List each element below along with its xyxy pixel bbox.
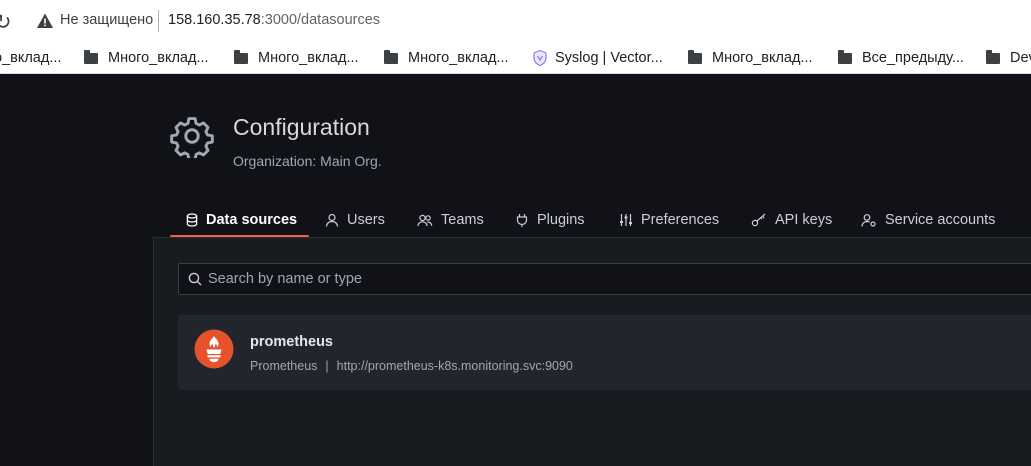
url-path: :3000/datasources: [260, 12, 381, 28]
bookmark-item[interactable]: Много_вклад...: [84, 42, 209, 74]
tab-label: API keys: [775, 212, 833, 228]
bookmark-label: Dev: [1010, 50, 1031, 66]
user-icon: [325, 213, 339, 227]
url-divider: [158, 10, 159, 32]
bookmark-label: Много_вклад...: [108, 50, 209, 66]
bookmark-item[interactable]: Syslog | Vector...: [533, 42, 663, 74]
datasource-meta: Prometheus | http://prometheus-k8s.monitor…: [250, 359, 573, 373]
bookmarks-bar: о_вклад... Много_вклад... Много_вклад...…: [0, 42, 1031, 74]
meta-separator: |: [325, 359, 329, 373]
folder-icon: [838, 50, 852, 64]
bookmark-item[interactable]: Dev: [986, 42, 1031, 74]
tab-data-sources[interactable]: Data sources: [186, 204, 297, 236]
folder-icon: [384, 50, 398, 64]
datasources-panel: prometheus Prometheus | http://prometheus-…: [153, 237, 1031, 466]
tab-label: Users: [347, 212, 385, 228]
key-icon: [751, 213, 766, 227]
user-cog-icon: [861, 214, 876, 227]
browser-address-bar: ↻ Не защищено 158.160.35.78:3000/datasou…: [0, 0, 1031, 42]
bookmark-label: о_вклад...: [0, 50, 62, 66]
tab-label: Service accounts: [885, 212, 996, 228]
bookmark-item[interactable]: о_вклад...: [0, 42, 61, 74]
tab-label: Data sources: [206, 212, 298, 228]
tab-api-keys[interactable]: API keys: [751, 204, 832, 236]
tab-label: Teams: [441, 212, 484, 228]
folder-icon: [986, 50, 1000, 64]
url-host: 158.160.35.78: [168, 12, 261, 28]
bookmark-label: Много_вклад...: [712, 50, 813, 66]
vector-icon: [533, 50, 547, 66]
folder-icon: [688, 50, 702, 64]
gear-icon: [170, 117, 214, 158]
tab-service-accounts[interactable]: Service accounts: [861, 204, 995, 236]
search-icon: [188, 272, 202, 286]
sliders-icon: [620, 214, 632, 226]
tab-preferences[interactable]: Preferences: [619, 204, 719, 236]
page-subtitle: Organization: Main Org.: [233, 153, 382, 169]
prometheus-icon: [194, 329, 234, 369]
warning-icon[interactable]: [36, 12, 54, 30]
app-body: Configuration Organization: Main Org. Da…: [0, 74, 1031, 466]
bookmark-item[interactable]: Много_вклад...: [384, 42, 509, 74]
search-box[interactable]: [178, 263, 1031, 295]
bookmark-item[interactable]: Много_вклад...: [688, 42, 813, 74]
security-label[interactable]: Не защищено: [60, 12, 153, 28]
page-title: Configuration: [233, 114, 370, 140]
bookmark-label: Syslog | Vector...: [555, 50, 663, 66]
bookmark-label: Все_предыду...: [862, 50, 964, 66]
tab-teams[interactable]: Teams: [417, 204, 484, 236]
folder-icon: [234, 50, 248, 64]
datasource-url: http://prometheus-k8s.monitoring.svc:909…: [336, 359, 573, 373]
bookmark-item[interactable]: Много_вклад...: [234, 42, 359, 74]
tab-plugins[interactable]: Plugins: [515, 204, 585, 236]
bookmark-label: Много_вклад...: [258, 50, 359, 66]
folder-icon: [84, 50, 98, 64]
search-input[interactable]: [208, 271, 1008, 287]
datasource-type: Prometheus: [250, 359, 318, 373]
users-icon: [417, 214, 433, 227]
datasource-name: prometheus: [250, 334, 333, 350]
bookmark-item[interactable]: Все_предыду...: [838, 42, 964, 74]
bookmark-label: Много_вклад...: [408, 50, 509, 66]
reload-icon[interactable]: ↻: [0, 11, 16, 33]
database-icon: [186, 213, 198, 227]
plug-icon: [516, 214, 528, 227]
tab-label: Plugins: [537, 212, 585, 228]
tab-label: Preferences: [641, 212, 720, 228]
datasource-card[interactable]: prometheus Prometheus | http://prometheus-…: [178, 315, 1031, 390]
url-field[interactable]: 158.160.35.78:3000/datasources: [168, 12, 380, 28]
tab-users[interactable]: Users: [325, 204, 385, 236]
